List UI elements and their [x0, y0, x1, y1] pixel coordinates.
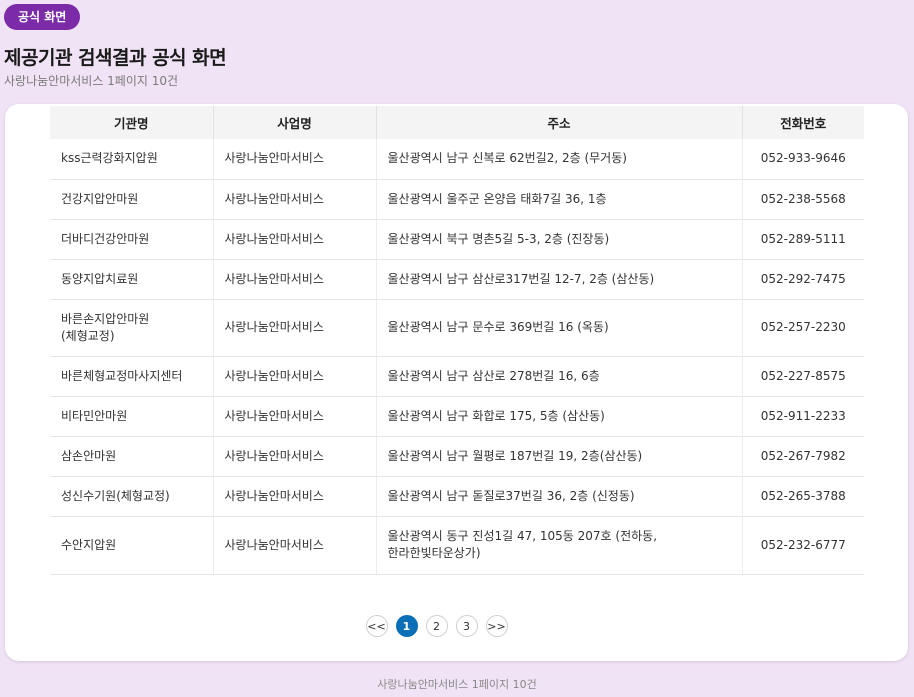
first-page-button[interactable]: << — [365, 615, 388, 637]
pagination: << 1 2 3 >> — [5, 615, 908, 637]
address-cell: 울산광역시 남구 신복로 62번길2, 2층 (무거동) — [376, 139, 743, 180]
service-name-cell: 사랑나눔안마서비스 — [213, 356, 377, 397]
org-name-cell: 바른손지압안마원 (체형교정) — [50, 299, 214, 357]
page-title: 제공기관 검색결과 공식 화면 — [4, 47, 227, 69]
address-cell: 울산광역시 남구 문수로 369번길 16 (옥동) — [376, 299, 743, 357]
phone-cell: 052-227-8575 — [742, 356, 864, 397]
phone-cell: 052-257-2230 — [742, 299, 864, 357]
org-name-cell: kss근력강화지압원 — [50, 139, 214, 180]
results-card: 기관명 사업명 주소 전화번호 kss근력강화지압원 사랑나눔안마서비스 울산광역시… — [5, 104, 908, 661]
phone-cell: 052-292-7475 — [742, 259, 864, 300]
header-org-name: 기관명 — [50, 106, 214, 139]
page-button-2[interactable]: 2 — [425, 615, 448, 637]
service-name-cell: 사랑나눔안마서비스 — [213, 259, 377, 300]
table-row[interactable]: 비타민안마원 사랑나눔안마서비스 울산광역시 남구 화합로 175, 5층 (삼산동… — [50, 396, 864, 437]
org-name-cell: 비타민안마원 — [50, 396, 214, 437]
phone-cell: 052-911-2233 — [742, 396, 864, 437]
table-body: kss근력강화지압원 사랑나눔안마서비스 울산광역시 남구 신복로 62번길2, 2… — [50, 139, 864, 575]
footer-summary: 사랑나눔안마서비스 1페이지 10건 — [377, 678, 537, 691]
phone-cell: 052-265-3788 — [742, 476, 864, 517]
address-cell: 울산광역시 남구 화합로 175, 5층 (삼산동) — [376, 396, 743, 437]
address-cell: 울산광역시 남구 월평로 187번길 19, 2층(삼산동) — [376, 436, 743, 477]
page-subtitle: 사랑나눔안마서비스 1페이지 10건 — [4, 74, 179, 88]
official-screen-badge: 공식 화면 — [4, 4, 81, 30]
service-name-cell: 사랑나눔안마서비스 — [213, 219, 377, 260]
service-name-cell: 사랑나눔안마서비스 — [213, 179, 377, 220]
table-row[interactable]: 바른체형교정마사지센터 사랑나눔안마서비스 울산광역시 남구 삼산로 278번길 1… — [50, 356, 864, 397]
table-row[interactable]: 건강지압안마원 사랑나눔안마서비스 울산광역시 울주군 온양읍 태화7길 36, 1… — [50, 179, 864, 220]
org-name-cell: 수안지압원 — [50, 516, 214, 575]
org-name-cell: 바른체형교정마사지센터 — [50, 356, 214, 397]
address-cell: 울산광역시 남구 돋질로37번길 36, 2층 (신정동) — [376, 476, 743, 517]
phone-cell: 052-267-7982 — [742, 436, 864, 477]
service-name-cell: 사랑나눔안마서비스 — [213, 436, 377, 477]
service-name-cell: 사랑나눔안마서비스 — [213, 139, 377, 180]
address-cell: 울산광역시 울주군 온양읍 태화7길 36, 1층 — [376, 179, 743, 220]
table-row[interactable]: 바른손지압안마원 (체형교정) 사랑나눔안마서비스 울산광역시 남구 문수로 369… — [50, 299, 864, 357]
org-name-cell: 건강지압안마원 — [50, 179, 214, 220]
header-service-name: 사업명 — [213, 106, 377, 139]
phone-cell: 052-289-5111 — [742, 219, 864, 260]
service-name-cell: 사랑나눔안마서비스 — [213, 516, 377, 575]
table-row[interactable]: 성신수기원(체형교정) 사랑나눔안마서비스 울산광역시 남구 돋질로37번길 36,… — [50, 476, 864, 517]
table-row[interactable]: kss근력강화지압원 사랑나눔안마서비스 울산광역시 남구 신복로 62번길2, 2… — [50, 139, 864, 180]
table-header-row: 기관명 사업명 주소 전화번호 — [50, 106, 864, 139]
table-row[interactable]: 삼손안마원 사랑나눔안마서비스 울산광역시 남구 월평로 187번길 19, 2층(… — [50, 436, 864, 477]
phone-cell: 052-232-6777 — [742, 516, 864, 575]
page-button-1[interactable]: 1 — [395, 615, 418, 637]
page-button-3[interactable]: 3 — [455, 615, 478, 637]
org-name-cell: 동양지압치료원 — [50, 259, 214, 300]
service-name-cell: 사랑나눔안마서비스 — [213, 396, 377, 437]
results-table: 기관명 사업명 주소 전화번호 kss근력강화지압원 사랑나눔안마서비스 울산광역시… — [50, 106, 864, 575]
phone-cell: 052-933-9646 — [742, 139, 864, 180]
address-cell: 울산광역시 북구 명촌5길 5-3, 2층 (진장동) — [376, 219, 743, 260]
address-cell: 울산광역시 남구 삼산로 278번길 16, 6층 — [376, 356, 743, 397]
table-row[interactable]: 동양지압치료원 사랑나눔안마서비스 울산광역시 남구 삼산로317번길 12-7, … — [50, 259, 864, 300]
org-name-cell: 더바디건강안마원 — [50, 219, 214, 260]
header-phone: 전화번호 — [742, 106, 864, 139]
phone-cell: 052-238-5568 — [742, 179, 864, 220]
service-name-cell: 사랑나눔안마서비스 — [213, 299, 377, 357]
service-name-cell: 사랑나눔안마서비스 — [213, 476, 377, 517]
org-name-cell: 삼손안마원 — [50, 436, 214, 477]
address-cell: 울산광역시 동구 진성1길 47, 105동 207호 (전하동, 한라한빛타운… — [376, 516, 743, 575]
address-cell: 울산광역시 남구 삼산로317번길 12-7, 2층 (삼산동) — [376, 259, 743, 300]
org-name-cell: 성신수기원(체형교정) — [50, 476, 214, 517]
table-row[interactable]: 수안지압원 사랑나눔안마서비스 울산광역시 동구 진성1길 47, 105동 207… — [50, 516, 864, 575]
header-address: 주소 — [376, 106, 743, 139]
last-page-button[interactable]: >> — [485, 615, 508, 637]
table-row[interactable]: 더바디건강안마원 사랑나눔안마서비스 울산광역시 북구 명촌5길 5-3, 2층 (… — [50, 219, 864, 260]
